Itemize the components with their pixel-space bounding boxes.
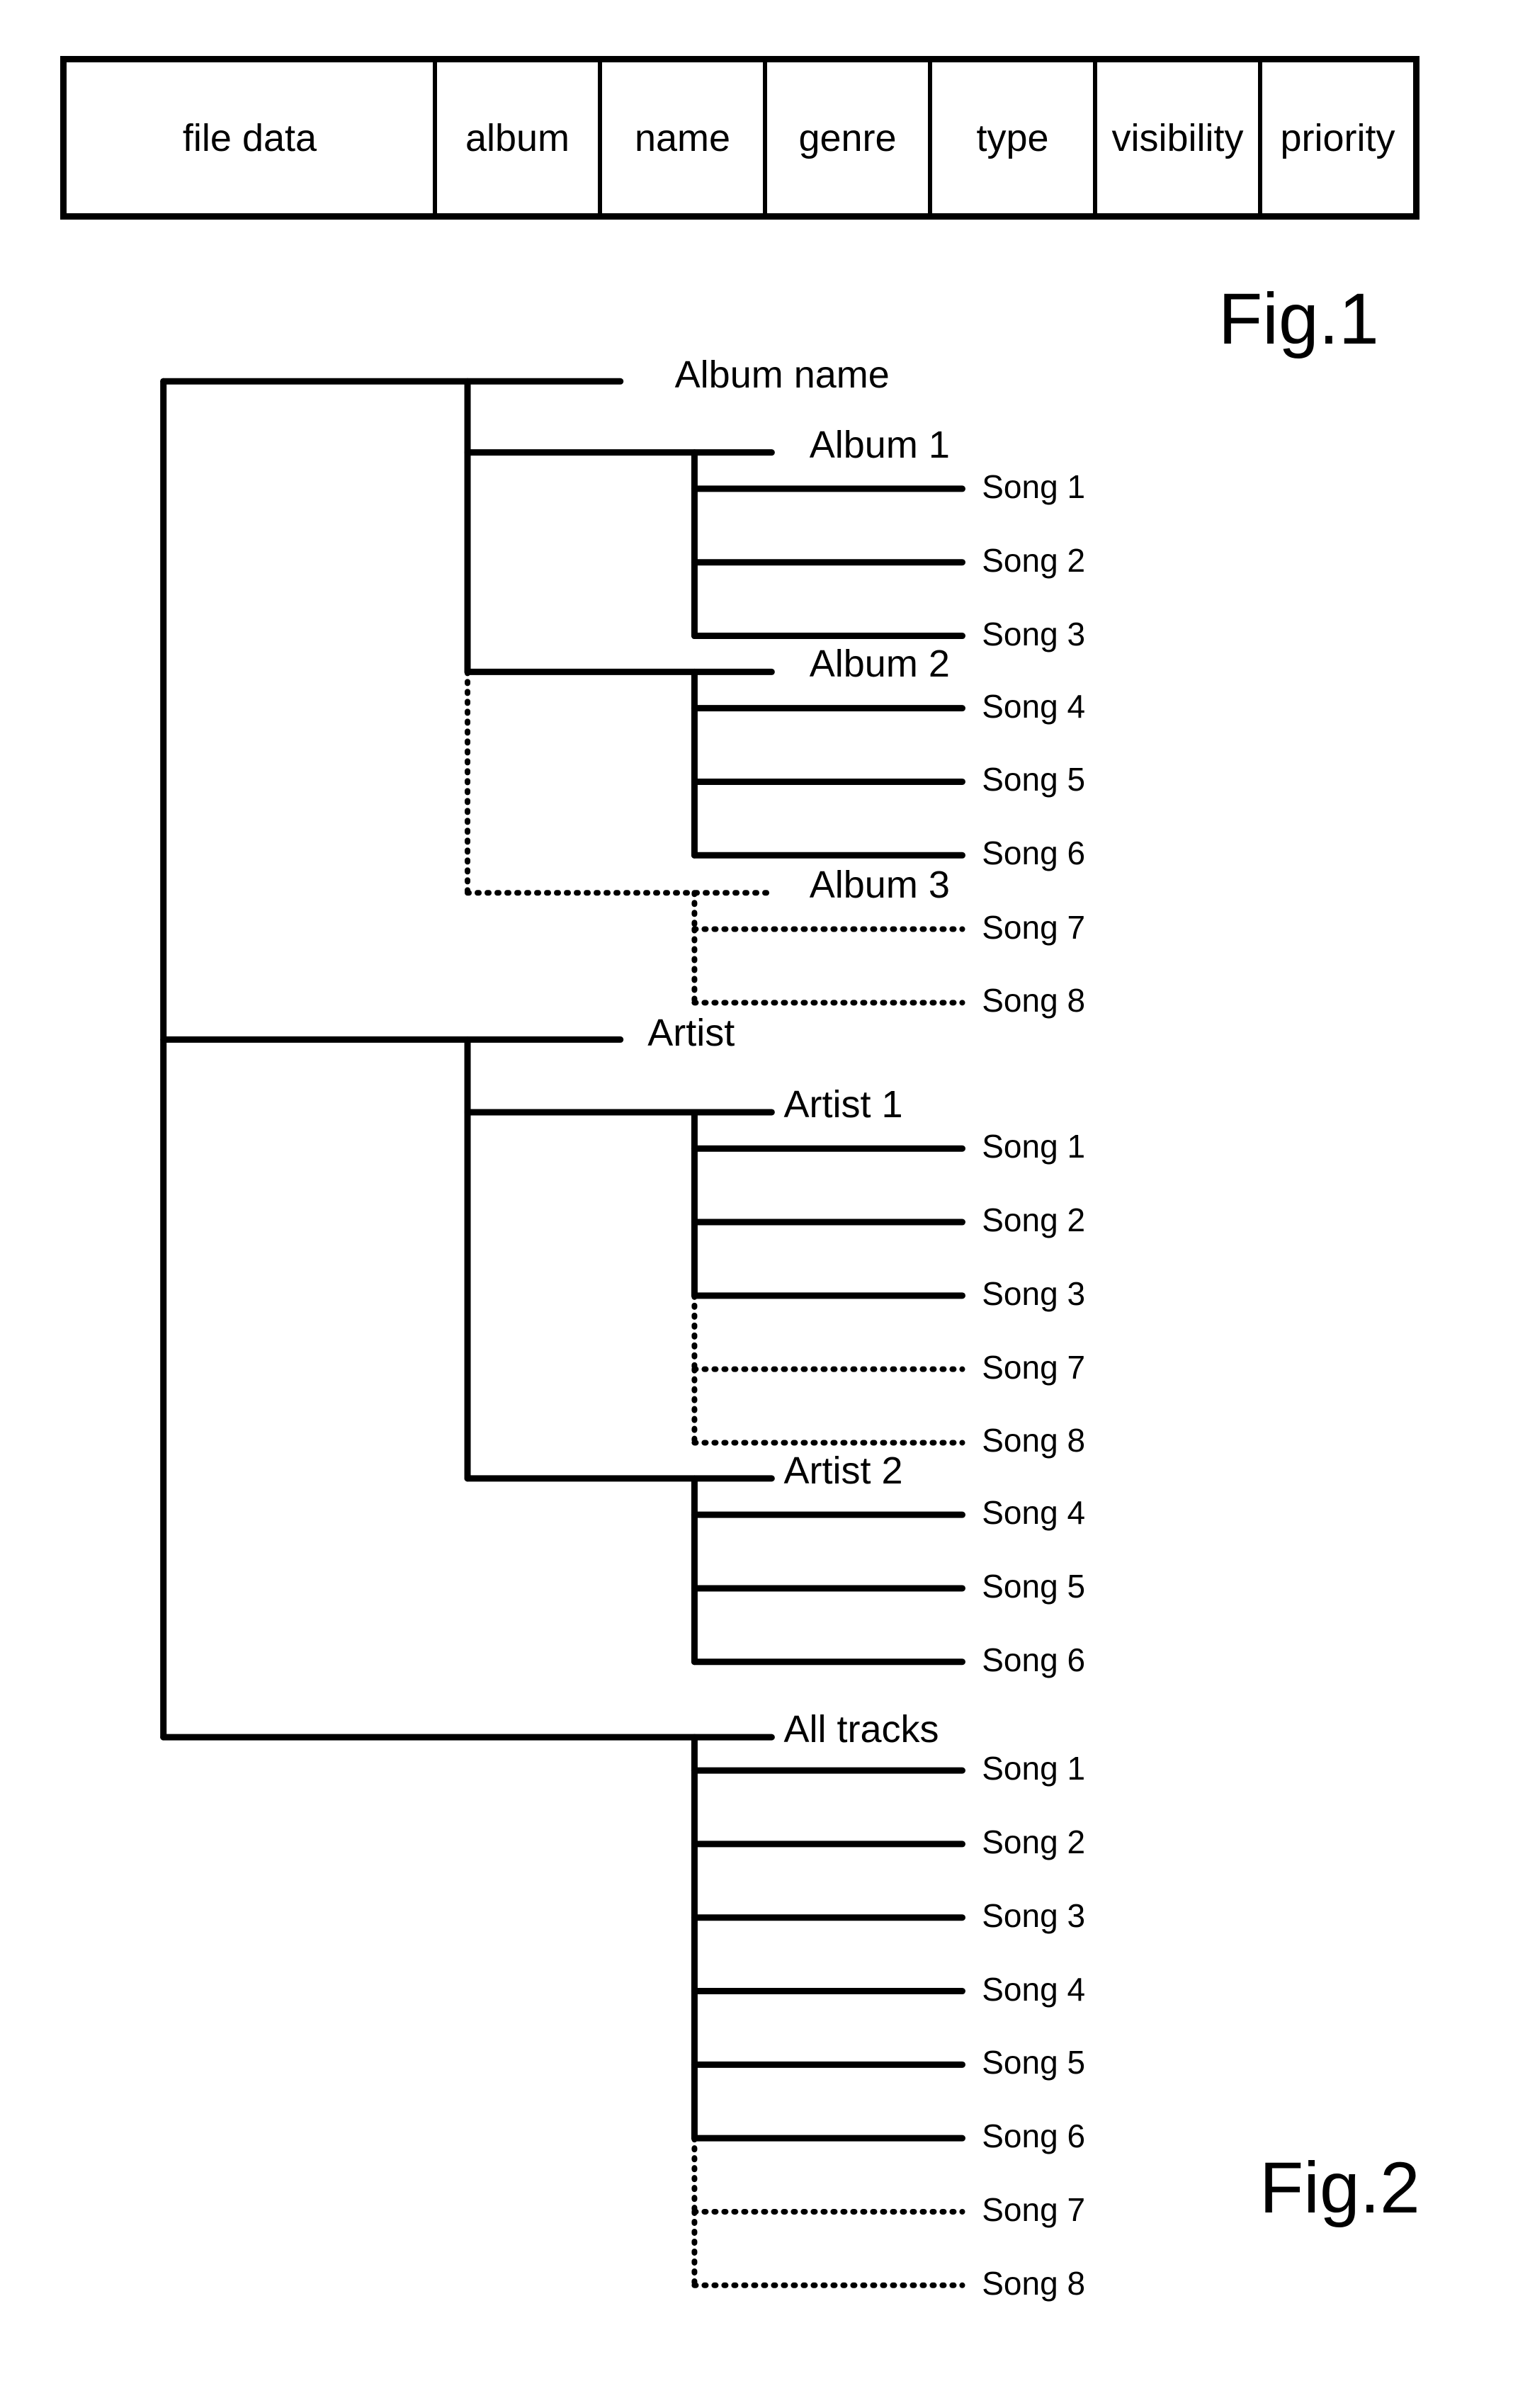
category-node: All tracks <box>783 1708 939 1751</box>
category-node: Artist <box>647 1012 735 1055</box>
song-leaf: Song 5 <box>982 1567 1086 1605</box>
song-leaf: Song 6 <box>982 1641 1086 1678</box>
song-leaf: Song 6 <box>982 2118 1086 2155</box>
group-node: Album 3 <box>809 864 950 907</box>
song-leaf: Song 7 <box>982 908 1086 946</box>
song-leaf: Song 2 <box>982 1202 1086 1239</box>
song-leaf: Song 2 <box>982 541 1086 579</box>
song-leaf: Song 3 <box>982 1274 1086 1312</box>
song-leaf: Song 8 <box>982 982 1086 1019</box>
song-leaf: Song 1 <box>982 1750 1086 1787</box>
song-leaf: Song 1 <box>982 468 1086 505</box>
song-leaf: Song 8 <box>982 2264 1086 2302</box>
song-leaf: Song 3 <box>982 1897 1086 1934</box>
song-leaf: Song 3 <box>982 615 1086 652</box>
song-leaf: Song 8 <box>982 1422 1086 1459</box>
group-node: Artist 1 <box>783 1083 903 1126</box>
category-node: Album name <box>674 354 890 397</box>
group-node: Album 1 <box>809 423 950 466</box>
song-leaf: Song 4 <box>982 1494 1086 1532</box>
song-leaf: Song 4 <box>982 687 1086 725</box>
song-leaf: Song 7 <box>982 1348 1086 1386</box>
song-leaf: Song 5 <box>982 761 1086 798</box>
song-leaf: Song 1 <box>982 1128 1086 1165</box>
song-leaf: Song 5 <box>982 2044 1086 2081</box>
song-leaf: Song 6 <box>982 835 1086 872</box>
group-node: Artist 2 <box>783 1449 903 1492</box>
song-leaf: Song 7 <box>982 2191 1086 2228</box>
group-node: Album 2 <box>809 643 950 686</box>
song-leaf: Song 2 <box>982 1823 1086 1860</box>
song-leaf: Song 4 <box>982 1970 1086 2008</box>
